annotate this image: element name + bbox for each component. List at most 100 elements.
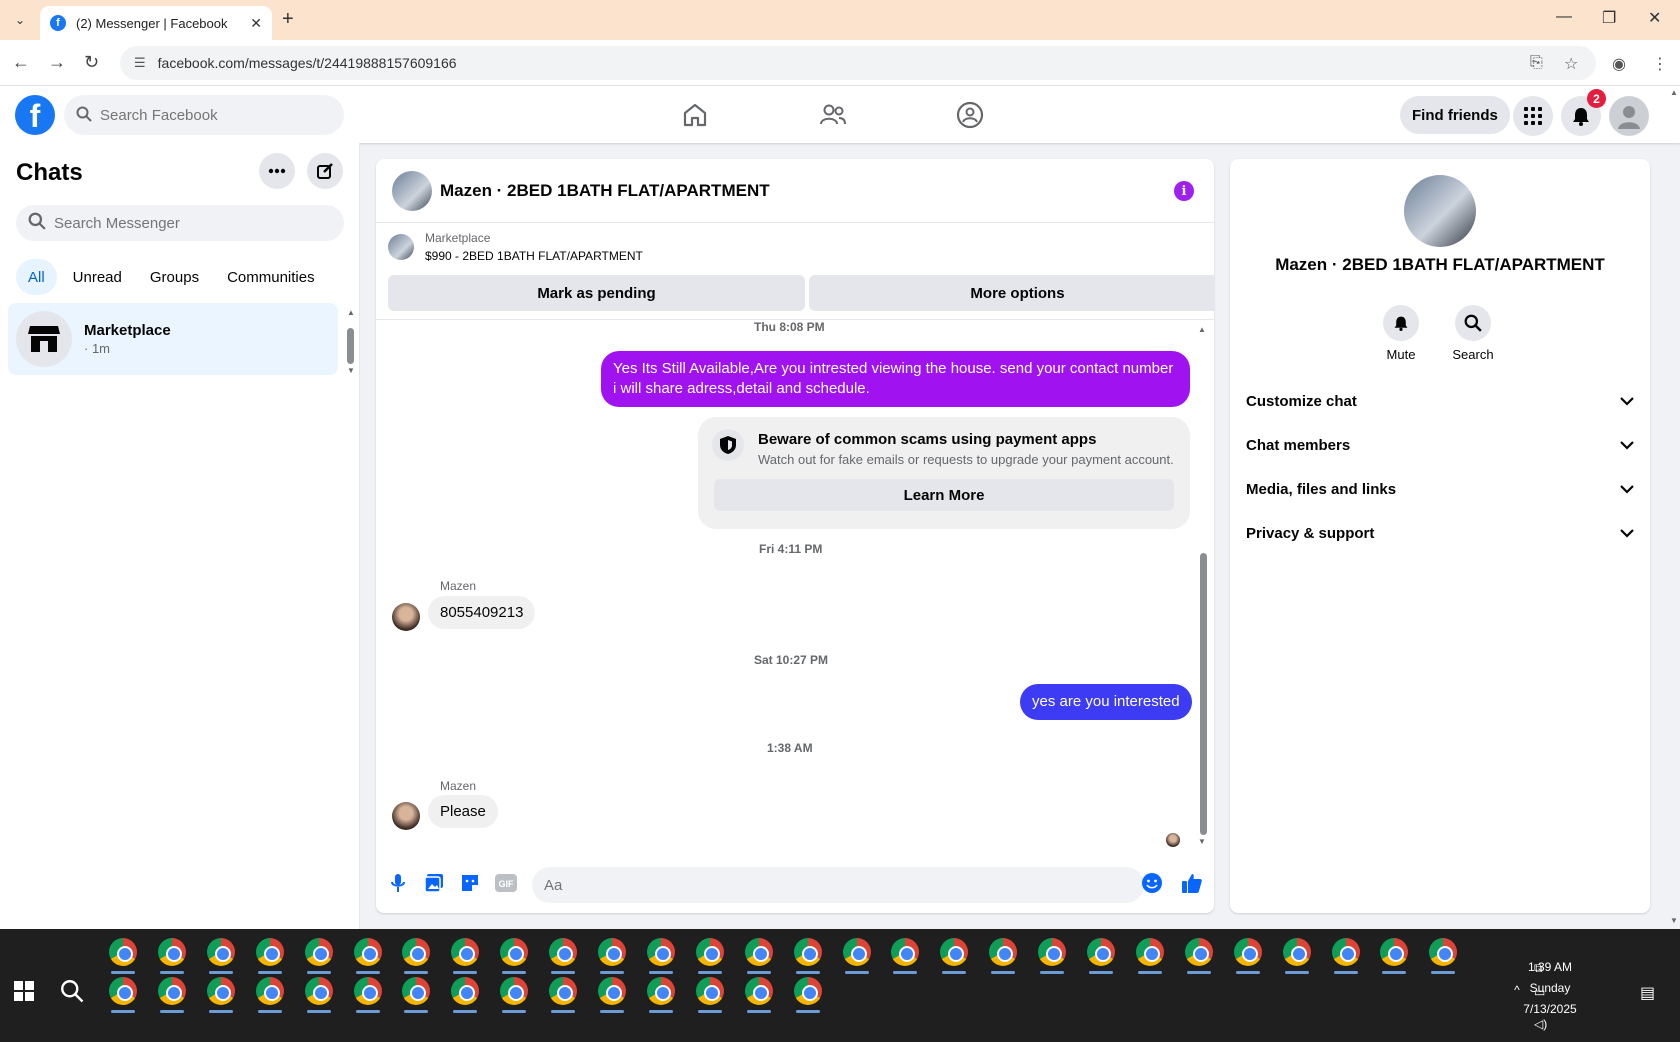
- messenger-search-input[interactable]: [54, 214, 253, 232]
- chrome-profile-icon[interactable]: [843, 938, 871, 966]
- chrome-profile-icon[interactable]: [696, 938, 724, 966]
- chat-item-marketplace[interactable]: Marketplace · 1m: [8, 303, 338, 375]
- photo-icon[interactable]: [422, 871, 446, 895]
- copilot-app-icon[interactable]: [109, 938, 137, 966]
- chrome-profile-icon[interactable]: [745, 977, 773, 1005]
- facebook-search[interactable]: [64, 95, 344, 135]
- new-tab-icon[interactable]: +: [282, 8, 294, 31]
- marketplace-listing[interactable]: Marketplace $990 - 2BED 1BATH FLAT/APART…: [388, 231, 643, 263]
- chrome-profile-icon[interactable]: [891, 938, 919, 966]
- sender-avatar[interactable]: [392, 603, 420, 631]
- chrome-profile-icon[interactable]: [1429, 938, 1457, 966]
- conversation-scrollbar[interactable]: ▲ ▼: [1198, 325, 1208, 846]
- chrome-profile-icon[interactable]: [745, 938, 773, 966]
- taskbar-search-icon[interactable]: [60, 979, 84, 1003]
- facebook-search-input[interactable]: [100, 106, 320, 124]
- conversation-title[interactable]: Mazen · 2BED 1BATH FLAT/APARTMENT: [440, 181, 770, 201]
- customize-chat-section[interactable]: Customize chat: [1246, 379, 1634, 423]
- windows-start-icon[interactable]: [14, 981, 34, 1001]
- chrome-profile-icon[interactable]: [354, 977, 382, 1005]
- groups-icon[interactable]: [950, 98, 990, 132]
- restore-icon[interactable]: ❐: [1602, 8, 1616, 28]
- filter-communities[interactable]: Communities: [215, 259, 327, 295]
- media-files-links-section[interactable]: Media, files and links: [1246, 467, 1634, 511]
- filter-unread[interactable]: Unread: [61, 259, 134, 295]
- browser-menu-icon[interactable]: ⋮: [1652, 54, 1668, 74]
- account-avatar[interactable]: [1609, 96, 1649, 136]
- chats-scrollbar[interactable]: ▲ ▼: [347, 308, 355, 498]
- chrome-profile-icon[interactable]: [256, 938, 284, 966]
- chrome-profile-icon[interactable]: [549, 977, 577, 1005]
- chrome-profile-icon[interactable]: [1136, 938, 1164, 966]
- new-message-icon[interactable]: [307, 153, 343, 189]
- browser-tab[interactable]: f (2) Messenger | Facebook ✕: [40, 6, 272, 40]
- minimize-icon[interactable]: —: [1556, 8, 1572, 26]
- bell-icon[interactable]: [1383, 305, 1419, 341]
- outgoing-message[interactable]: yes are you interested: [1020, 684, 1192, 720]
- gif-icon[interactable]: GIF: [494, 871, 518, 895]
- install-app-icon[interactable]: ⎘: [1530, 54, 1543, 72]
- search-icon[interactable]: [1455, 305, 1491, 341]
- chrome-profile-icon[interactable]: [451, 938, 479, 966]
- chrome-profile-icon[interactable]: [940, 938, 968, 966]
- sticker-icon[interactable]: [458, 871, 482, 895]
- chrome-profile-icon[interactable]: [1332, 938, 1360, 966]
- outgoing-message[interactable]: Yes Its Still Available,Are you intreste…: [601, 351, 1190, 407]
- chrome-profile-icon[interactable]: [158, 977, 186, 1005]
- emoji-icon[interactable]: [1140, 871, 1164, 895]
- tray-chevron-icon[interactable]: ^: [1510, 983, 1524, 997]
- conversation-info-icon[interactable]: i: [1174, 181, 1194, 201]
- conversation-header[interactable]: Mazen · 2BED 1BATH FLAT/APARTMENT i: [376, 159, 1214, 223]
- chrome-profile-icon[interactable]: [1185, 938, 1213, 966]
- message-input[interactable]: [532, 867, 1144, 903]
- close-tab-icon[interactable]: ✕: [250, 15, 262, 32]
- notification-center-icon[interactable]: ▤: [1640, 983, 1655, 1003]
- chrome-profile-icon[interactable]: [305, 938, 333, 966]
- mark-as-pending-button[interactable]: Mark as pending: [388, 275, 805, 311]
- chrome-profile-icon[interactable]: [402, 977, 430, 1005]
- more-options-button[interactable]: More options: [809, 275, 1214, 311]
- tab-search-icon[interactable]: ⌄: [8, 10, 32, 30]
- conversation-avatar[interactable]: [392, 170, 432, 211]
- search-action[interactable]: Search: [1438, 305, 1508, 362]
- sender-avatar[interactable]: [392, 802, 420, 830]
- friends-icon[interactable]: [813, 98, 853, 132]
- chrome-profile-icon[interactable]: [1380, 938, 1408, 966]
- chrome-profile-icon[interactable]: [500, 938, 528, 966]
- filter-groups[interactable]: Groups: [138, 259, 211, 295]
- chrome-profile-icon[interactable]: [207, 938, 235, 966]
- forward-icon[interactable]: →: [48, 52, 66, 73]
- messenger-search[interactable]: [16, 205, 344, 241]
- incoming-message[interactable]: 8055409213: [428, 596, 536, 629]
- facebook-logo-icon[interactable]: f: [15, 95, 55, 135]
- chrome-profile-icon[interactable]: [305, 977, 333, 1005]
- url-text[interactable]: facebook.com/messages/t/2441988815760916…: [158, 55, 457, 71]
- chrome-profile-icon[interactable]: [598, 977, 626, 1005]
- clock-time[interactable]: 1:39 AM: [1510, 960, 1590, 974]
- chats-options-icon[interactable]: [259, 153, 295, 189]
- reload-icon[interactable]: ↻: [84, 52, 99, 73]
- chrome-profile-icon[interactable]: [109, 977, 137, 1005]
- contact-avatar[interactable]: [1404, 175, 1476, 247]
- file-explorer-icon[interactable]: [158, 938, 186, 966]
- chrome-profile-icon[interactable]: [1234, 938, 1262, 966]
- bookmark-star-icon[interactable]: ☆: [1564, 54, 1578, 74]
- chrome-profile-icon[interactable]: [1087, 938, 1115, 966]
- chrome-profile-icon[interactable]: [989, 938, 1017, 966]
- volume-icon[interactable]: ◁): [1534, 1017, 1547, 1031]
- chrome-profile-icon[interactable]: [696, 977, 724, 1005]
- back-icon[interactable]: ←: [12, 52, 30, 73]
- profile-icon[interactable]: ◉: [1612, 54, 1626, 74]
- chrome-profile-icon[interactable]: [451, 977, 479, 1005]
- like-thumb-icon[interactable]: [1180, 871, 1204, 895]
- learn-more-button[interactable]: Learn More: [714, 479, 1174, 511]
- home-icon[interactable]: [675, 98, 715, 132]
- chrome-profile-icon[interactable]: [794, 977, 822, 1005]
- chrome-profile-icon[interactable]: [207, 977, 235, 1005]
- chrome-profile-icon[interactable]: [598, 938, 626, 966]
- chrome-profile-icon[interactable]: [256, 977, 284, 1005]
- site-info-icon[interactable]: ☰: [134, 55, 146, 71]
- microphone-icon[interactable]: [386, 871, 410, 895]
- network-icon[interactable]: ▭: [1534, 985, 1545, 999]
- chat-members-section[interactable]: Chat members: [1246, 423, 1634, 467]
